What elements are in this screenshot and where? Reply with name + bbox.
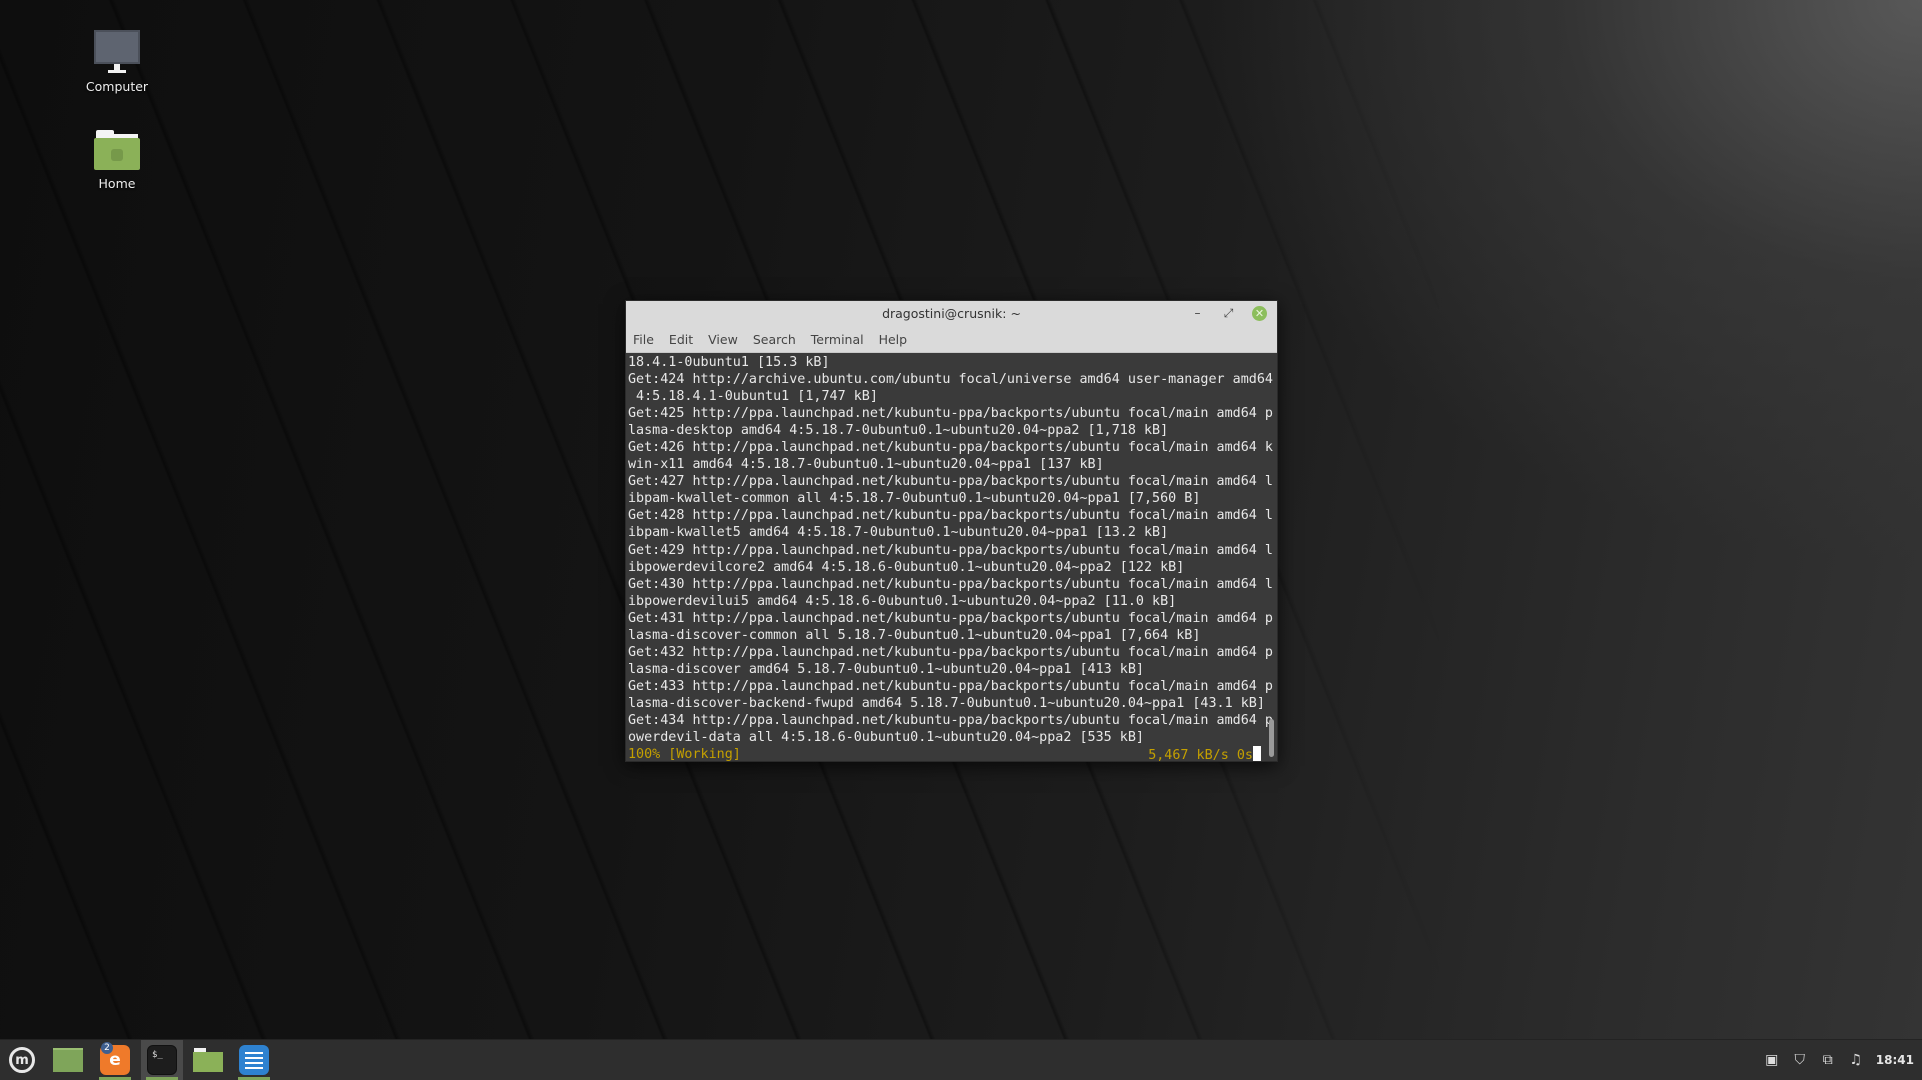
terminal-line: Get:434 http://ppa.launchpad.net/kubuntu… <box>628 712 1273 728</box>
terminal-output[interactable]: 18.4.1-0ubuntu1 [15.3 kB] Get:424 http:/… <box>626 353 1277 761</box>
desktop-icon-computer[interactable]: Computer <box>67 30 167 94</box>
computer-icon <box>67 30 167 73</box>
files-folder-icon <box>193 1048 223 1072</box>
terminal-line: ibpowerdevilcore2 amd64 4:5.18.6-0ubuntu… <box>628 559 1185 575</box>
terminal-line: Get:424 http://archive.ubuntu.com/ubuntu… <box>628 372 1273 388</box>
terminal-line: lasma-desktop amd64 4:5.18.7-0ubuntu0.1~… <box>628 423 1169 439</box>
terminal-line: ibpam-kwallet-common all 4:5.18.7-0ubunt… <box>628 491 1201 507</box>
menu-search[interactable]: Search <box>753 332 796 347</box>
show-desktop-button[interactable] <box>47 1040 89 1080</box>
desktop-icon-label: Home <box>98 176 136 191</box>
minimize-icon: – <box>1194 306 1201 320</box>
window-title: dragostini@crusnik: ~ <box>882 306 1021 321</box>
taskbar: m e 2 $_ ▣ ⛉ ⧉ ♫ 18:41 <box>0 1039 1922 1080</box>
minimize-button[interactable]: – <box>1188 304 1207 323</box>
window-titlebar[interactable]: dragostini@crusnik: ~ – ⤢ ✕ <box>626 301 1277 326</box>
menu-file[interactable]: File <box>633 332 654 347</box>
terminal-line: Get:430 http://ppa.launchpad.net/kubuntu… <box>628 576 1273 592</box>
terminal-line: Get:426 http://ppa.launchpad.net/kubuntu… <box>628 440 1273 456</box>
home-folder-icon <box>94 130 140 170</box>
maximize-button[interactable]: ⤢ <box>1219 304 1238 323</box>
menu-edit[interactable]: Edit <box>669 332 693 347</box>
menu-bar: File Edit View Search Terminal Help <box>626 326 1277 353</box>
window-count-badge: 2 <box>101 1042 113 1054</box>
network-icon[interactable]: ⧉ <box>1820 1052 1836 1068</box>
close-button[interactable]: ✕ <box>1250 304 1269 323</box>
terminal-line: Get:433 http://ppa.launchpad.net/kubuntu… <box>628 678 1273 694</box>
taskbar-terminal[interactable]: $_ <box>141 1040 183 1080</box>
terminal-line: Get:427 http://ppa.launchpad.net/kubuntu… <box>628 474 1273 490</box>
mint-menu-button[interactable]: m <box>1 1040 43 1080</box>
desktop-icon-home[interactable]: Home <box>67 130 167 191</box>
taskbar-files[interactable] <box>187 1040 229 1080</box>
close-icon: ✕ <box>1252 306 1267 321</box>
menu-terminal[interactable]: Terminal <box>811 332 864 347</box>
download-speed: 5,467 kB/s 0s <box>1148 748 1253 761</box>
update-manager-icon[interactable]: ▣ <box>1764 1052 1780 1068</box>
mint-logo-icon: m <box>9 1047 35 1073</box>
menu-view[interactable]: View <box>708 332 738 347</box>
terminal-line: owerdevil-data all 4:5.18.6-0ubuntu0.1~u… <box>628 730 1144 746</box>
terminal-line: ibpowerdevilui5 amd64 4:5.18.6-0ubuntu0.… <box>628 593 1177 609</box>
apt-progress-status: 100% [Working] 5,467 kB/s 0s <box>628 746 1277 761</box>
terminal-line: Get:431 http://ppa.launchpad.net/kubuntu… <box>628 610 1273 626</box>
clock[interactable]: 18:41 <box>1876 1053 1914 1067</box>
system-tray: ▣ ⛉ ⧉ ♫ 18:41 <box>1764 1040 1914 1080</box>
terminal-line: lasma-discover-backend-fwupd amd64 5.18.… <box>628 695 1265 711</box>
taskbar-text-editor[interactable] <box>233 1040 275 1080</box>
text-cursor <box>1253 746 1261 761</box>
terminal-window[interactable]: dragostini@crusnik: ~ – ⤢ ✕ File Edit Vi… <box>625 300 1278 762</box>
terminal-line: lasma-discover-common all 5.18.7-0ubuntu… <box>628 627 1201 643</box>
menu-help[interactable]: Help <box>879 332 908 347</box>
taskbar-firefox[interactable]: e 2 <box>94 1040 136 1080</box>
progress-text: 100% [Working] <box>628 747 741 761</box>
terminal-line: Get:428 http://ppa.launchpad.net/kubuntu… <box>628 508 1273 524</box>
desktop-icon-label: Computer <box>85 79 149 94</box>
terminal-line: 4:5.18.4.1-0ubuntu1 [1,747 kB] <box>628 389 878 405</box>
shield-icon[interactable]: ⛉ <box>1792 1052 1808 1068</box>
terminal-line: Get:429 http://ppa.launchpad.net/kubuntu… <box>628 542 1273 558</box>
terminal-line: Get:425 http://ppa.launchpad.net/kubuntu… <box>628 406 1273 422</box>
show-desktop-icon <box>53 1048 83 1072</box>
terminal-line: Get:432 http://ppa.launchpad.net/kubuntu… <box>628 644 1273 660</box>
terminal-icon: $_ <box>147 1045 177 1075</box>
terminal-line: ibpam-kwallet5 amd64 4:5.18.7-0ubuntu0.1… <box>628 525 1169 541</box>
terminal-line: 18.4.1-0ubuntu1 [15.3 kB] <box>628 355 830 370</box>
terminal-line: lasma-discover amd64 5.18.7-0ubuntu0.1~u… <box>628 661 1144 677</box>
sound-icon[interactable]: ♫ <box>1848 1052 1864 1068</box>
text-editor-icon <box>239 1045 269 1075</box>
scrollbar-thumb[interactable] <box>1269 719 1274 757</box>
terminal-line: win-x11 amd64 4:5.18.7-0ubuntu0.1~ubuntu… <box>628 457 1104 473</box>
maximize-icon: ⤢ <box>1223 306 1234 320</box>
